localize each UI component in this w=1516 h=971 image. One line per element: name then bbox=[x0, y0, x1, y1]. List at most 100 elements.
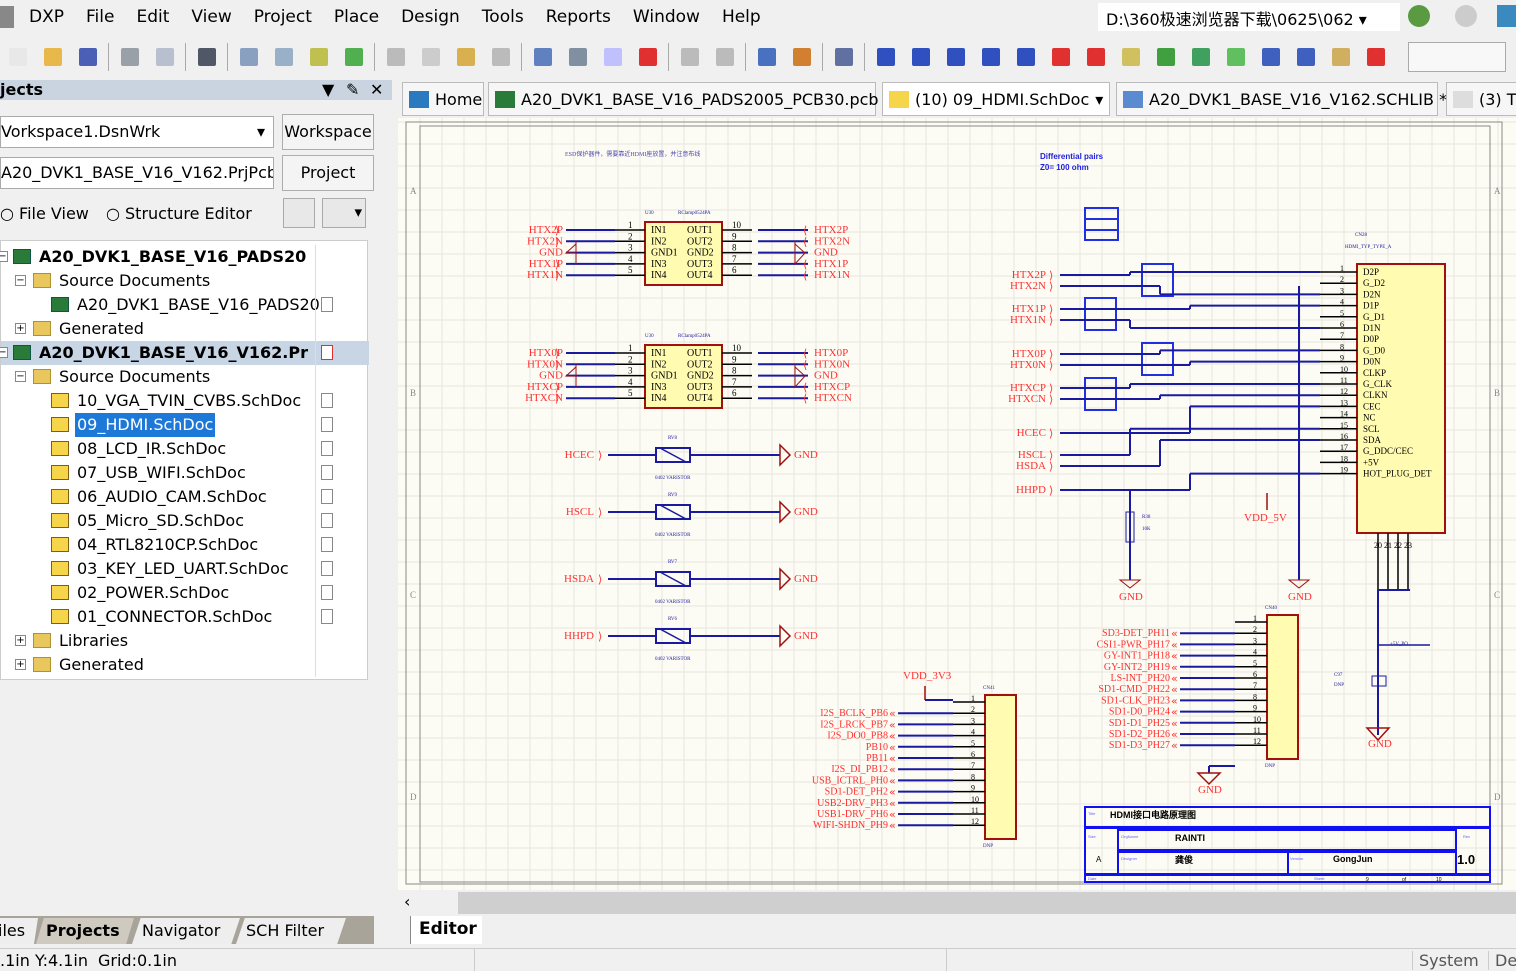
device-sheet-icon[interactable] bbox=[1218, 44, 1253, 70]
bus-icon[interactable] bbox=[903, 44, 938, 70]
tree-item[interactable]: A20_DVK1_BASE_V16_PADS20 bbox=[1, 293, 369, 317]
tree-item[interactable]: 02_POWER.SchDoc bbox=[1, 581, 369, 605]
clear-filter-icon[interactable] bbox=[630, 44, 665, 70]
zoom-area-icon[interactable] bbox=[266, 44, 301, 70]
sheet-entry-icon[interactable] bbox=[1183, 44, 1218, 70]
menu-dxp[interactable]: DXP bbox=[18, 7, 75, 27]
scroll-left-icon[interactable]: ‹ bbox=[398, 892, 458, 914]
zoom-selected-icon[interactable] bbox=[301, 44, 336, 70]
harness-connector-icon[interactable] bbox=[1253, 44, 1288, 70]
tree-item[interactable]: − Source Documents bbox=[1, 269, 369, 293]
paste-icon[interactable] bbox=[448, 44, 483, 70]
pin-icon[interactable]: ✎ bbox=[346, 80, 359, 99]
doc-tab[interactable]: A20_DVK1_BASE_V16_V162.SCHLIB * bbox=[1116, 82, 1447, 116]
vcc-port-icon[interactable] bbox=[1078, 44, 1113, 70]
menu-window[interactable]: Window bbox=[622, 7, 711, 27]
panel-tab-navigator[interactable]: Navigator bbox=[132, 918, 240, 944]
tree-item[interactable]: 10_VGA_TVIN_CVBS.SchDoc bbox=[1, 389, 369, 413]
doc-tab[interactable]: Home bbox=[402, 82, 484, 116]
editor-tab[interactable]: Editor bbox=[410, 916, 482, 944]
panel-tab-iles[interactable]: iles bbox=[0, 918, 38, 944]
net-label-icon[interactable] bbox=[1008, 44, 1043, 70]
rubber-stamp-icon[interactable] bbox=[483, 44, 518, 70]
system-button[interactable]: System bbox=[1412, 951, 1485, 970]
back-icon[interactable] bbox=[1408, 5, 1430, 27]
port-icon[interactable] bbox=[1323, 44, 1358, 70]
menu-project[interactable]: Project bbox=[243, 7, 323, 27]
hierarchy-icon[interactable] bbox=[749, 44, 784, 70]
part-icon[interactable] bbox=[1113, 44, 1148, 70]
tree-item[interactable]: − A20_DVK1_BASE_V16_V162.Pr bbox=[0, 341, 369, 365]
horizontal-scrollbar[interactable]: ‹ bbox=[398, 892, 1516, 914]
tree-item[interactable]: + Generated bbox=[1, 653, 369, 677]
tree-item[interactable]: − Source Documents bbox=[1, 365, 369, 389]
expand-icon[interactable]: + bbox=[15, 635, 26, 646]
menu-tools[interactable]: Tools bbox=[471, 7, 535, 27]
menu-design[interactable]: Design bbox=[390, 7, 471, 27]
harness-entry-icon[interactable] bbox=[1288, 44, 1323, 70]
tree-item[interactable]: 08_LCD_IR.SchDoc bbox=[1, 437, 369, 461]
tree-item[interactable]: + Libraries bbox=[1, 629, 369, 653]
close-icon[interactable]: ✕ bbox=[370, 80, 383, 99]
workspace-button[interactable]: Workspace bbox=[282, 114, 374, 150]
menu-view[interactable]: View bbox=[180, 7, 242, 27]
library-icon[interactable] bbox=[826, 44, 861, 70]
zoom-filtered-icon[interactable] bbox=[336, 44, 371, 70]
menu-reports[interactable]: Reports bbox=[535, 7, 622, 27]
cut-icon[interactable] bbox=[378, 44, 413, 70]
design-compiler-button[interactable]: De bbox=[1488, 951, 1516, 970]
radio-structure-editor[interactable]: ○ Structure Editor bbox=[106, 204, 252, 223]
tree-item[interactable]: 06_AUDIO_CAM.SchDoc bbox=[1, 485, 369, 509]
signal-harness-icon[interactable] bbox=[973, 44, 1008, 70]
project-field[interactable]: A20_DVK1_BASE_V16_V162.PrjPcb bbox=[0, 157, 274, 189]
expand-icon[interactable]: + bbox=[15, 323, 26, 334]
home-nav-icon[interactable] bbox=[1497, 5, 1516, 27]
print-preview-icon[interactable] bbox=[147, 44, 182, 70]
collapse-icon[interactable]: − bbox=[0, 347, 8, 358]
no-erc-icon[interactable] bbox=[1358, 44, 1393, 70]
panel-menu-icon[interactable]: ▼ bbox=[322, 80, 334, 99]
forward-icon[interactable] bbox=[1455, 5, 1477, 27]
open-icon[interactable] bbox=[35, 44, 70, 70]
doc-tab[interactable]: (3) T bbox=[1446, 82, 1516, 116]
menu-place[interactable]: Place bbox=[323, 7, 390, 27]
tree-item[interactable]: 01_CONNECTOR.SchDoc bbox=[1, 605, 369, 629]
zoom-fit-icon[interactable] bbox=[231, 44, 266, 70]
tree-item[interactable]: + Generated bbox=[1, 317, 369, 341]
workspace-dropdown[interactable]: Vorkspace1.DsnWrk ▾ bbox=[0, 116, 274, 148]
bus-entry-icon[interactable] bbox=[938, 44, 973, 70]
schematic-sheet[interactable]: A A B B C C D D ESD保护器件，需要靠近HDMI座放置，并注意布线 Differe… bbox=[398, 118, 1516, 890]
undo-icon[interactable] bbox=[672, 44, 707, 70]
menu-help[interactable]: Help bbox=[711, 7, 772, 27]
menu-edit[interactable]: Edit bbox=[125, 7, 180, 27]
tree-item[interactable]: 09_HDMI.SchDoc bbox=[1, 413, 369, 437]
project-button[interactable]: Project bbox=[282, 155, 374, 191]
tree-item[interactable]: 05_Micro_SD.SchDoc bbox=[1, 509, 369, 533]
new-icon[interactable] bbox=[0, 44, 35, 70]
project-options-icon[interactable]: ▾ bbox=[322, 198, 366, 228]
select-area-icon[interactable] bbox=[525, 44, 560, 70]
schematic-editor[interactable]: A A B B C C D D ESD保护器件，需要靠近HDMI座放置，并注意布线 Differe… bbox=[398, 118, 1516, 890]
collapse-icon[interactable]: − bbox=[15, 275, 26, 286]
menu-file[interactable]: File bbox=[75, 7, 125, 27]
tree-item[interactable]: − A20_DVK1_BASE_V16_PADS20 bbox=[0, 245, 369, 269]
expand-icon[interactable]: + bbox=[15, 659, 26, 670]
tree-item[interactable]: 04_RTL8210CP.SchDoc bbox=[1, 533, 369, 557]
save-icon[interactable] bbox=[70, 44, 105, 70]
browse-icon[interactable] bbox=[784, 44, 819, 70]
wire-icon[interactable] bbox=[868, 44, 903, 70]
compile-icon[interactable] bbox=[283, 198, 315, 228]
collapse-icon[interactable]: − bbox=[15, 371, 26, 382]
doc-tab[interactable]: (10) 09_HDMI.SchDoc ▾ bbox=[882, 82, 1110, 116]
sheet-symbol-icon[interactable] bbox=[1148, 44, 1183, 70]
tree-item[interactable]: 07_USB_WIFI.SchDoc bbox=[1, 461, 369, 485]
redo-icon[interactable] bbox=[707, 44, 742, 70]
move-icon[interactable] bbox=[560, 44, 595, 70]
cross-probe-icon[interactable] bbox=[595, 44, 630, 70]
filter-dropdown[interactable] bbox=[1408, 42, 1506, 72]
gnd-port-icon[interactable] bbox=[1043, 44, 1078, 70]
tab-dropdown-icon[interactable]: ▾ bbox=[1095, 90, 1103, 109]
panel-tab-sch-filter[interactable]: SCH Filter bbox=[236, 918, 346, 944]
print-icon[interactable] bbox=[112, 44, 147, 70]
doc-tab[interactable]: A20_DVK1_BASE_V16_PADS2005_PCB30.pcb bbox=[488, 82, 879, 116]
